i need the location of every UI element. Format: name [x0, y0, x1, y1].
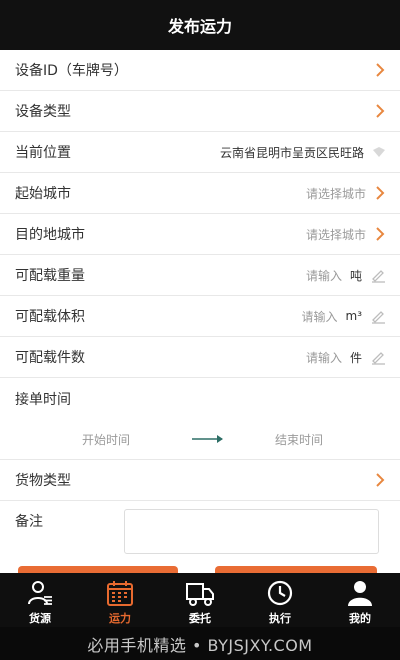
- tab-label: 我的: [349, 612, 371, 625]
- chevron-right-icon: [376, 104, 385, 118]
- tab-mine[interactable]: 我的: [320, 573, 400, 627]
- device-id-label: 设备ID（车牌号）: [15, 63, 128, 79]
- origin-city-placeholder: 请选择城市: [305, 186, 366, 201]
- watermark-text: 必用手机精选 • BYJSJXY.COM: [87, 635, 313, 655]
- arrow-right-icon: [192, 435, 223, 443]
- volume-input[interactable]: 请输入: [301, 308, 337, 325]
- cargo-type-label: 货物类型: [15, 473, 71, 489]
- notes-row: 备注: [0, 501, 400, 567]
- pieces-row[interactable]: 可配载件数 请输入 件: [0, 337, 400, 378]
- end-time-picker[interactable]: 结束时间: [275, 431, 323, 448]
- dest-city-row[interactable]: 目的地城市 请选择城市: [0, 214, 400, 255]
- pieces-unit: 件: [349, 350, 362, 365]
- watermark: 必用手机精选 • BYJSJXY.COM: [0, 627, 400, 660]
- origin-city-label: 起始城市: [15, 186, 71, 202]
- tab-label: 运力: [109, 612, 131, 625]
- device-type-row[interactable]: 设备类型: [0, 91, 400, 132]
- cargo-type-row[interactable]: 货物类型: [0, 460, 400, 501]
- chevron-right-icon: [376, 473, 385, 487]
- notes-textarea[interactable]: [124, 509, 379, 554]
- location-label: 当前位置: [15, 145, 71, 161]
- pieces-input[interactable]: 请输入: [306, 349, 342, 366]
- location-value: 云南省昆明市呈贡区民旺路: [219, 145, 364, 160]
- calendar-icon: [107, 581, 133, 606]
- weight-input[interactable]: 请输入: [306, 267, 342, 284]
- bottom-tab-bar: 货源 运力 委托 执行 我的: [0, 573, 400, 627]
- app-header: 发布运力: [0, 0, 400, 50]
- page-title: 发布运力: [167, 17, 232, 36]
- device-type-label: 设备类型: [15, 104, 71, 120]
- notes-label: 备注: [15, 514, 43, 530]
- dest-city-placeholder: 请选择城市: [305, 227, 366, 242]
- volume-label: 可配载体积: [15, 309, 85, 325]
- start-time-picker[interactable]: 开始时间: [82, 431, 130, 448]
- truck-icon: [186, 583, 214, 606]
- weight-row[interactable]: 可配载重量 请输入 吨: [0, 255, 400, 296]
- pencil-icon: [372, 311, 385, 324]
- tab-label: 执行: [269, 612, 291, 625]
- tab-cargo-source[interactable]: 货源: [0, 573, 80, 627]
- tab-execute[interactable]: 执行: [240, 573, 320, 627]
- person-icon: [348, 581, 372, 606]
- volume-row[interactable]: 可配载体积 请输入 m³: [0, 296, 400, 337]
- dest-city-label: 目的地城市: [15, 227, 85, 243]
- order-time-range: 开始时间 结束时间: [0, 419, 400, 460]
- clock-icon: [267, 580, 293, 606]
- pencil-icon: [372, 352, 385, 365]
- volume-unit: m³: [345, 309, 363, 323]
- weight-unit: 吨: [349, 268, 362, 283]
- tab-label: 委托: [189, 612, 211, 625]
- weight-label: 可配载重量: [15, 268, 85, 284]
- location-row[interactable]: 当前位置 云南省昆明市呈贡区民旺路: [0, 132, 400, 173]
- user-list-icon: [28, 581, 52, 605]
- location-pin-icon[interactable]: [372, 145, 386, 159]
- device-id-row[interactable]: 设备ID（车牌号）: [0, 50, 400, 91]
- publish-capacity-form: 设备ID（车牌号） 设备类型 当前位置 云南省昆明市呈贡区民旺路 起始城市 请选…: [0, 50, 400, 567]
- order-time-label: 接单时间: [15, 391, 71, 408]
- chevron-right-icon: [376, 227, 385, 241]
- chevron-right-icon: [376, 63, 385, 77]
- pieces-label: 可配载件数: [15, 350, 85, 366]
- tab-capacity[interactable]: 运力: [80, 573, 160, 627]
- tab-entrust[interactable]: 委托: [160, 573, 240, 627]
- chevron-right-icon: [376, 186, 385, 200]
- tab-label: 货源: [29, 612, 51, 625]
- origin-city-row[interactable]: 起始城市 请选择城市: [0, 173, 400, 214]
- pencil-icon: [372, 270, 385, 283]
